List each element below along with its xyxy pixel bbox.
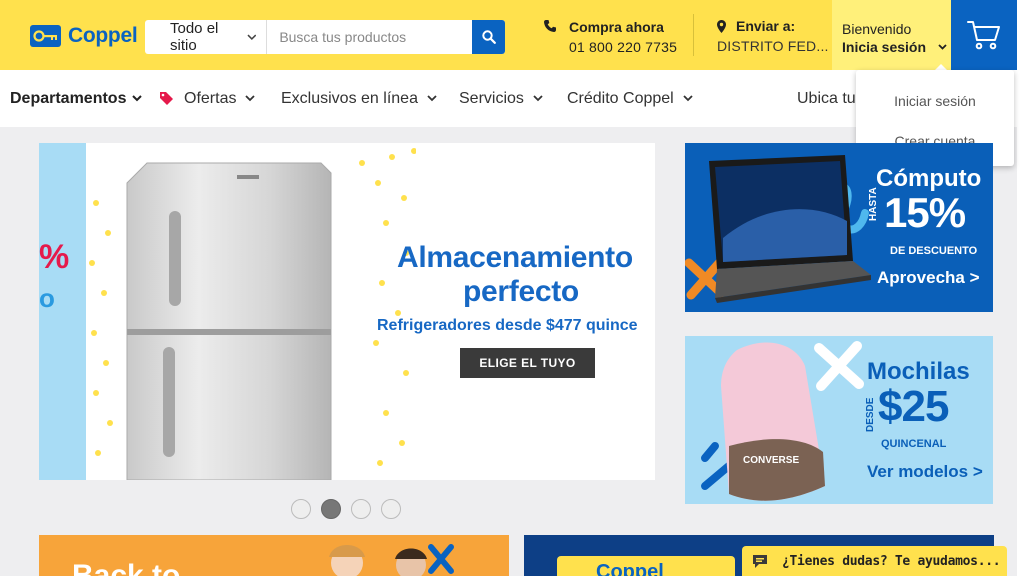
nav-departamentos[interactable]: Departamentos: [10, 70, 143, 127]
carousel-dot-1[interactable]: [291, 499, 311, 519]
hero-title-line1: Almacenamiento: [397, 241, 633, 274]
cart-icon: [967, 21, 1000, 50]
phone-icon: [544, 20, 556, 32]
account-login-label: Inicia sesión: [842, 39, 927, 55]
carousel-dot-4[interactable]: [381, 499, 401, 519]
promo-computo-banner[interactable]: Cómputo HASTA 15% DE DESCUENTO Aprovecha…: [685, 143, 993, 312]
coppel-card-text: Coppel: [596, 561, 664, 576]
login-link[interactable]: Iniciar sesión: [856, 93, 1014, 109]
nav-label: Departamentos: [10, 89, 127, 107]
prev-slide-percent: %: [39, 238, 70, 276]
nav-ubica-tienda[interactable]: Ubica tu: [797, 70, 856, 127]
chevron-down-icon: [245, 95, 256, 102]
nav-exclusivos[interactable]: Exclusivos en línea: [281, 70, 437, 127]
nav-label: Ofertas: [184, 89, 237, 107]
search-button[interactable]: [472, 20, 505, 54]
computo-note: DE DESCUENTO: [890, 245, 978, 257]
chevron-down-icon: [683, 95, 693, 102]
location-pin-icon: [717, 19, 726, 33]
search-category-select[interactable]: Todo el sitio: [145, 20, 268, 54]
mochilas-prefix: DESDE: [865, 397, 876, 432]
help-chat-button[interactable]: ¿Tienes dudas? Te ayudamos...: [742, 546, 1007, 576]
top-header: Coppel Todo el sitio Compra ahora 01 800…: [0, 0, 1034, 70]
previous-slide-peek: % o: [39, 143, 86, 480]
mochilas-price: $25: [878, 382, 949, 431]
shipping-location-text: DISTRITO FED...: [717, 38, 829, 54]
hero-subtitle: Refrigeradores desde $477 quince: [377, 317, 638, 334]
phone-contact[interactable]: Compra ahora 01 800 220 7735: [543, 17, 677, 57]
nav-servicios[interactable]: Servicios: [459, 70, 543, 127]
chevron-down-icon: [533, 95, 543, 102]
chevron-down-icon: [427, 95, 437, 102]
price-tag-icon: [160, 92, 173, 105]
nav-label: Crédito Coppel: [567, 89, 674, 107]
shipping-title: Enviar a:: [736, 18, 796, 34]
search-category-label: Todo el sitio: [170, 20, 219, 54]
computo-prefix: HASTA: [868, 187, 879, 221]
cart-button[interactable]: [951, 0, 1017, 70]
back-to-school-banner[interactable]: Back to: [39, 535, 509, 576]
logo-text: Coppel: [68, 24, 138, 47]
carousel-dot-3[interactable]: [351, 499, 371, 519]
chevron-down-icon: [247, 34, 256, 40]
nav-credito-coppel[interactable]: Crédito Coppel: [567, 70, 693, 127]
key-icon: [30, 25, 61, 47]
chevron-down-icon: [938, 44, 947, 50]
nav-label: Servicios: [459, 89, 524, 107]
nav-label: Ubica tu: [797, 89, 856, 107]
scrollbar-track[interactable]: [1017, 0, 1034, 576]
nav-ofertas[interactable]: Ofertas: [159, 70, 256, 127]
mochilas-cta[interactable]: Ver modelos >: [867, 462, 983, 482]
computo-cta[interactable]: Aprovecha >: [877, 268, 980, 288]
prev-slide-letter: o: [39, 283, 55, 313]
search-bar: Todo el sitio: [145, 20, 505, 54]
hero-title-line2: perfecto: [463, 275, 579, 308]
phone-number: 01 800 220 7735: [569, 39, 678, 55]
promo-mochilas-banner[interactable]: CONVERSE Mochilas DESDE $25 QUINCENAL Ve…: [685, 336, 993, 504]
shipping-location[interactable]: Enviar a: DISTRITO FED...: [717, 16, 842, 56]
back-to-school-text: Back to: [72, 559, 181, 576]
search-icon: [481, 30, 496, 44]
search-input[interactable]: [267, 20, 473, 54]
account-menu[interactable]: Bienvenido Inicia sesión: [832, 0, 951, 70]
backpack-brand: CONVERSE: [743, 455, 799, 466]
hero-carousel[interactable]: % o Almacenamiento perfecto Refrigerador…: [39, 143, 655, 480]
phone-title: Compra ahora: [569, 19, 664, 35]
account-greeting: Bienvenido: [842, 21, 912, 37]
carousel-dot-2[interactable]: [321, 499, 341, 519]
header-divider: [693, 14, 694, 56]
kids-image: [329, 544, 454, 576]
carousel-dots: [291, 499, 401, 519]
chat-bubble-icon: [753, 554, 767, 568]
refrigerator-image: [126, 162, 332, 480]
nav-label: Exclusivos en línea: [281, 89, 418, 107]
help-chat-text: ¿Tienes dudas? Te ayudamos...: [782, 553, 1001, 569]
computo-percent: 15%: [884, 189, 966, 236]
mochilas-note: QUINCENAL: [881, 438, 947, 450]
hero-cta-button[interactable]: ELIGE EL TUYO: [460, 348, 595, 378]
coppel-logo[interactable]: Coppel: [30, 24, 138, 48]
chevron-down-icon: [132, 95, 143, 102]
